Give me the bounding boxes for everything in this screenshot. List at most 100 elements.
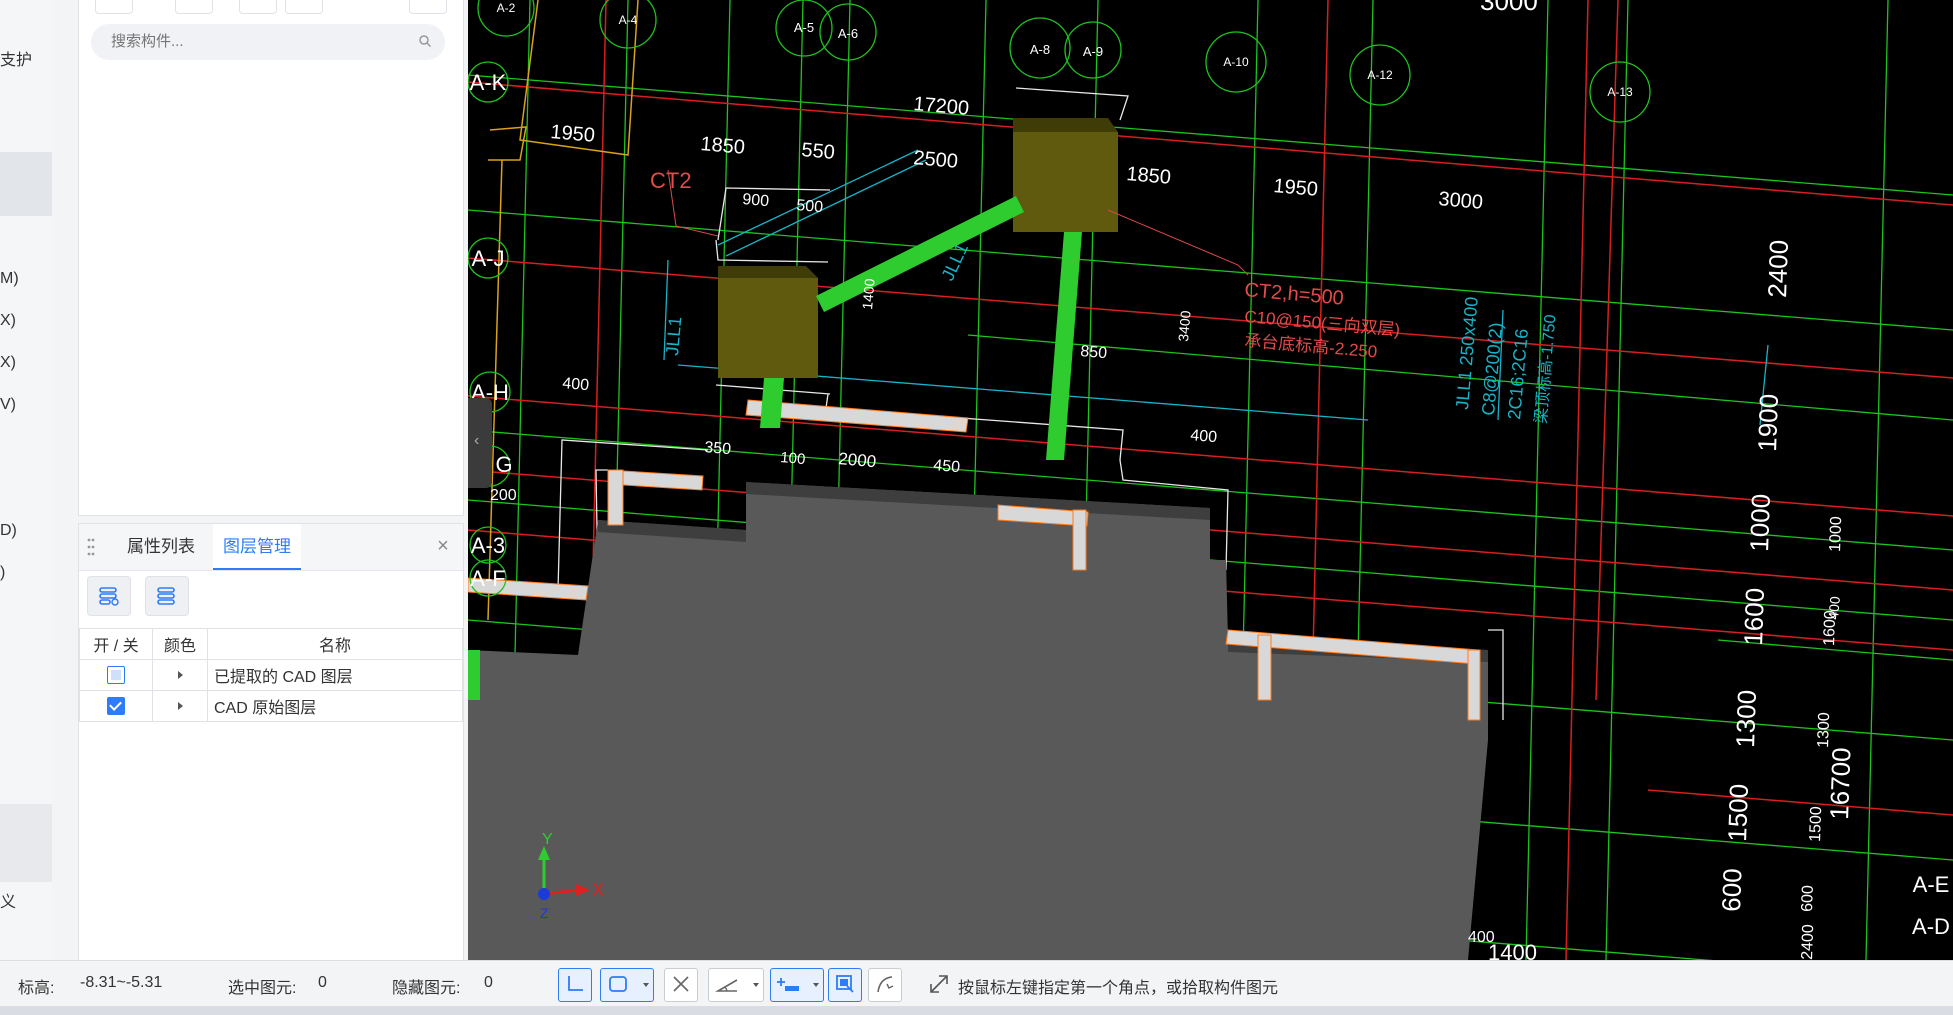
close-icon[interactable]: ×: [433, 536, 453, 556]
dimension-text: 1400: [859, 278, 878, 311]
hide-layers-button[interactable]: [145, 576, 189, 616]
bottom-strip: [0, 1006, 1953, 1015]
nav-item-d[interactable]: D): [0, 522, 17, 540]
dimension-text: 1850: [700, 133, 746, 159]
ortho-icon: [568, 976, 583, 991]
dimension-text: 500: [796, 197, 824, 216]
dimension-text: 200: [490, 487, 517, 504]
dimension-text: 1500: [1722, 783, 1754, 842]
hidden-count-value: 0: [484, 974, 493, 991]
component-panel: [78, 0, 464, 516]
panel-tabs: 属性列表 图层管理 ×: [79, 524, 463, 571]
search-input[interactable]: [109, 32, 413, 51]
axis-label: A-F: [470, 566, 505, 591]
component-search[interactable]: [91, 24, 445, 60]
snap-icon: [777, 978, 799, 991]
cad-viewport[interactable]: A-2 A-4 A-5 A-6 A-8 A-9 A-10 A-12 A-13 A…: [468, 0, 1953, 960]
expand-arrow-icon[interactable]: [177, 702, 183, 710]
toolbar-button-5[interactable]: [409, 0, 447, 14]
chevron-left-icon: ‹: [474, 432, 480, 449]
nav-item-support[interactable]: 支护: [0, 46, 32, 70]
axis-y-label: Y: [542, 831, 553, 848]
dimension-text: 1000: [1744, 493, 1776, 552]
selected-count-value: 0: [318, 974, 327, 991]
dimension-text: 600: [1799, 885, 1817, 912]
dimension-text: 550: [801, 139, 836, 164]
rect-select-icon: [609, 976, 627, 992]
nav-item-yi[interactable]: 义: [0, 888, 16, 912]
dropdown-arrow-icon: [753, 983, 759, 987]
arc-tool-button[interactable]: [868, 968, 902, 1002]
annotation-beam-spec: JLL1 250x400: [1452, 296, 1482, 410]
annotation-beam-stirrup: C8@200(2): [1478, 322, 1506, 417]
expand-arrow-icon[interactable]: [177, 671, 183, 679]
axis-label: A-5: [794, 20, 814, 35]
dimension-text: 3000: [1480, 0, 1538, 16]
arc-icon: [877, 976, 894, 993]
toolbar-button-3[interactable]: [239, 0, 277, 14]
layer-name: CAD 原始图层: [207, 690, 463, 722]
dimension-text: 1300: [1815, 712, 1833, 748]
resize-arrows-icon: [930, 975, 948, 993]
toolbar-button-2[interactable]: [175, 0, 213, 14]
nav-item-paren[interactable]: ): [0, 564, 5, 582]
nav-item-x1[interactable]: X): [0, 312, 16, 330]
axis-label: A-6: [838, 26, 858, 41]
toolbar-button-1[interactable]: [95, 0, 133, 14]
nav-item-v[interactable]: V): [0, 396, 16, 414]
nav-group-item[interactable]: [0, 804, 52, 882]
dimension-text: 2000: [838, 449, 877, 471]
annotation-ct2-spec: CT2,h=500: [1244, 279, 1345, 310]
panel-collapse-button[interactable]: ‹: [468, 398, 492, 488]
show-layers-button[interactable]: [87, 576, 131, 616]
axis-label: A-E: [1913, 872, 1950, 897]
nav-item-m[interactable]: M): [0, 270, 19, 288]
dimension-text: 1900: [1752, 393, 1784, 452]
table-row[interactable]: CAD 原始图层: [79, 690, 463, 722]
cad-drawing[interactable]: A-2 A-4 A-5 A-6 A-8 A-9 A-10 A-12 A-13 A…: [468, 0, 1953, 960]
dimension-text: 100: [780, 449, 806, 468]
snap-point-button[interactable]: [770, 968, 824, 1002]
axis-label: A-D: [1912, 914, 1950, 939]
search-icon[interactable]: [419, 35, 431, 47]
cross-select-button[interactable]: [664, 968, 698, 1002]
annotation-beam-elev: 梁顶标高-1.750: [1532, 314, 1559, 425]
axis-label: A-J: [472, 246, 505, 271]
dimension-text: 1300: [1730, 689, 1762, 748]
dropdown-arrow-icon: [813, 983, 819, 987]
dimension-text: 400: [1190, 427, 1218, 446]
dimension-text: 2400: [1799, 924, 1817, 960]
column-name: 名称: [207, 628, 463, 660]
dimension-text: 900: [742, 191, 770, 210]
dimension-text: 3000: [1438, 188, 1484, 214]
dimension-text: 1400: [1488, 940, 1537, 960]
display-mode-button[interactable]: [828, 968, 862, 1002]
left-navigation: 支护 M) X) X) V) D) ) 义: [0, 0, 52, 960]
dimension-text: 450: [933, 457, 961, 476]
nav-item-x2[interactable]: X): [0, 354, 16, 372]
command-prompt: 按鼠标左键指定第一个角点，或拾取构件图元: [958, 980, 1279, 997]
table-row[interactable]: 已提取的 CAD 图层: [79, 659, 463, 691]
layers-show-icon: [99, 587, 119, 606]
axis-label: A-8: [1030, 42, 1050, 57]
hidden-count-label: 隐藏图元:: [392, 980, 461, 997]
drag-handle-icon[interactable]: [87, 537, 95, 557]
layer-toggle-checkbox[interactable]: [107, 696, 125, 715]
dimension-text: 2400: [1762, 239, 1794, 298]
axis-label: A-12: [1367, 68, 1393, 82]
nav-selected-item[interactable]: [0, 152, 52, 216]
ortho-mode-button[interactable]: [558, 968, 592, 1002]
status-bar: 标高: -8.31~-5.31 选中图元: 0 隐藏图元: 0 按鼠标左键指定第…: [0, 960, 1953, 1007]
tab-layer-management[interactable]: 图层管理: [213, 524, 301, 570]
select-mode-button[interactable]: [600, 968, 654, 1002]
selected-count-label: 选中图元:: [228, 980, 297, 997]
angle-snap-button[interactable]: [708, 968, 764, 1002]
layer-toggle-checkbox[interactable]: [107, 665, 125, 684]
axis-label: A-K: [470, 70, 507, 95]
axis-label: A-13: [1607, 85, 1633, 99]
toolbar-button-4[interactable]: [285, 0, 323, 14]
dimension-text: 1950: [550, 121, 596, 147]
axis-label: A-3: [471, 533, 505, 558]
tab-property-list[interactable]: 属性列表: [117, 524, 205, 570]
cross-icon: [673, 976, 689, 992]
